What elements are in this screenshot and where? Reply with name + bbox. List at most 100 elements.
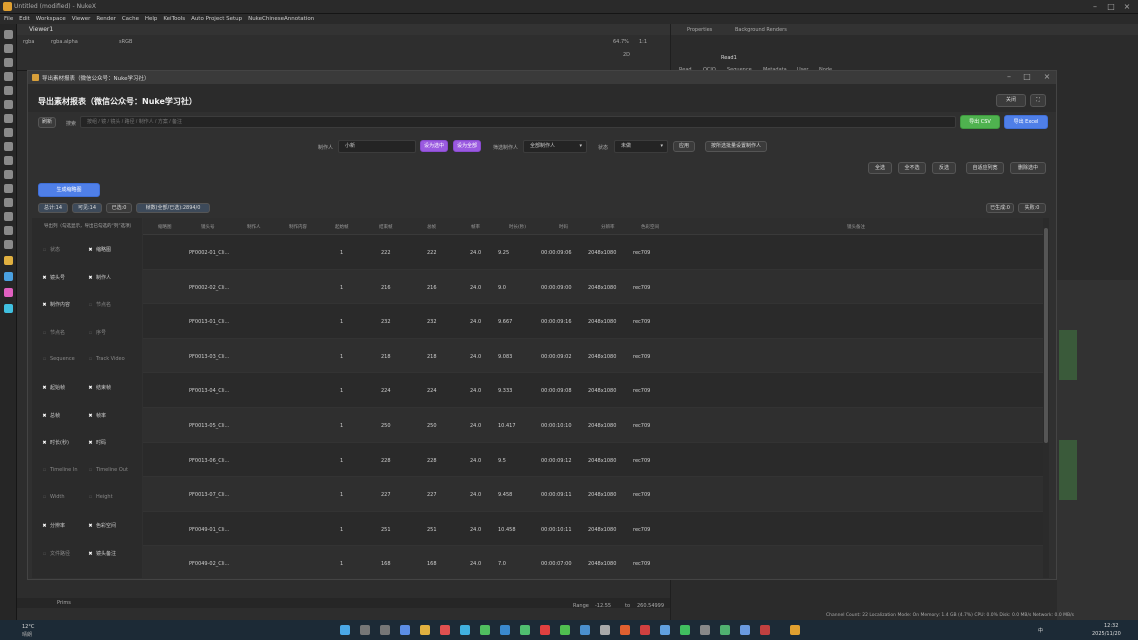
column-toggle-checkbox[interactable]: ▫ Track Video	[88, 356, 125, 362]
column-toggle-checkbox[interactable]: ▫ Width	[42, 494, 65, 500]
viewer-ratio[interactable]: 1:1	[639, 39, 647, 45]
range-end[interactable]: 260.54999	[637, 603, 664, 609]
table-row[interactable]: PF0013-07_Cli... 1 227 227 24.0 9.458 00:00:09…	[143, 477, 1043, 512]
table-cell-start[interactable]: 1	[340, 561, 343, 567]
explorer-icon[interactable]	[420, 625, 430, 635]
app-icon[interactable]	[500, 625, 510, 635]
playback-mode[interactable]: Prims	[57, 600, 71, 606]
col-header[interactable]: 时长(秒)	[509, 224, 526, 230]
app-icon[interactable]	[580, 625, 590, 635]
table-cell-end[interactable]: 232	[381, 319, 391, 325]
column-toggle-checkbox[interactable]: ▫ 节点名	[88, 301, 111, 308]
table-cell-dur[interactable]: 9.5	[498, 458, 506, 464]
table-scrollbar[interactable]	[1043, 218, 1049, 578]
3d-tool-icon[interactable]	[4, 156, 13, 165]
node-thumbnail[interactable]	[1059, 330, 1077, 380]
column-toggle-checkbox[interactable]: ▫ 文件路径	[42, 550, 70, 557]
minimize-icon[interactable]: –	[1088, 2, 1102, 12]
app-icon[interactable]	[720, 625, 730, 635]
node-graph[interactable]	[1057, 280, 1138, 620]
table-cell-total[interactable]: 168	[427, 561, 437, 567]
table-cell-res[interactable]: 2048x1080	[588, 250, 616, 256]
plugin2-tool-icon[interactable]	[4, 272, 13, 281]
channel-tool-icon[interactable]	[4, 72, 13, 81]
batch-assign-button[interactable]: 按所选批量设置制作人	[705, 141, 767, 152]
table-row[interactable]: PF0002-02_Cli... 1 216 216 24.0 9.0 00:00:09:0…	[143, 269, 1043, 305]
table-cell-total[interactable]: 228	[427, 458, 437, 464]
menu-keitools[interactable]: KeiTools	[163, 14, 185, 24]
invert-selection-button[interactable]: 反选	[932, 162, 956, 174]
table-cell-fps[interactable]: 24.0	[470, 319, 481, 325]
col-header[interactable]: 起始帧	[335, 224, 349, 230]
table-row[interactable]: PF0013-03_Cli... 1 218 218 24.0 9.083 00:00:09…	[143, 338, 1043, 374]
views-tool-icon[interactable]	[4, 198, 13, 207]
table-cell-cs[interactable]: rec709	[633, 354, 650, 360]
weather-temp[interactable]: 12°C	[22, 624, 34, 630]
column-toggle-checkbox[interactable]: ✖ 缩略图	[88, 246, 111, 253]
viewer-layer[interactable]: rgba.alpha	[51, 39, 78, 45]
menu-auto-project-setup[interactable]: Auto Project Setup	[191, 14, 242, 24]
table-cell-fps[interactable]: 24.0	[470, 354, 481, 360]
plugin-tool-icon[interactable]	[4, 256, 13, 265]
table-cell-fps[interactable]: 24.0	[470, 492, 481, 498]
app-icon[interactable]	[640, 625, 650, 635]
table-cell-start[interactable]: 1	[340, 527, 343, 533]
col-header[interactable]: 制作人	[247, 224, 261, 230]
app-icon[interactable]	[520, 625, 530, 635]
range-start[interactable]: -12.55	[595, 603, 611, 609]
table-cell-cs[interactable]: rec709	[633, 250, 650, 256]
menu-workspace[interactable]: Workspace	[36, 14, 66, 24]
table-cell-start[interactable]: 1	[340, 492, 343, 498]
col-header[interactable]: 镜头号	[201, 224, 215, 230]
table-cell-shot[interactable]: PF0013-06_Cli...	[189, 458, 229, 464]
table-cell-dur[interactable]: 9.458	[498, 492, 512, 498]
table-cell-end[interactable]: 222	[381, 250, 391, 256]
search-input[interactable]	[80, 116, 956, 128]
col-header[interactable]: 时码	[559, 224, 568, 230]
column-toggle-checkbox[interactable]: ✖ 制作内容	[42, 301, 70, 308]
column-toggle-checkbox[interactable]: ✖ 镜头备注	[88, 550, 116, 557]
chrome-icon[interactable]	[480, 625, 490, 635]
table-cell-tc[interactable]: 00:00:09:02	[541, 354, 572, 360]
table-cell-cs[interactable]: rec709	[633, 319, 650, 325]
table-cell-total[interactable]: 222	[427, 250, 437, 256]
table-cell-fps[interactable]: 24.0	[470, 527, 481, 533]
table-row[interactable]: PF0013-01_Cli... 1 232 232 24.0 9.667 00:00:09…	[143, 304, 1043, 339]
table-cell-fps[interactable]: 24.0	[470, 285, 481, 291]
table-cell-end[interactable]: 227	[381, 492, 391, 498]
table-cell-dur[interactable]: 9.667	[498, 319, 512, 325]
app-icon[interactable]	[440, 625, 450, 635]
menu-render[interactable]: Render	[96, 14, 116, 24]
viewer-colorspace[interactable]: sRGB	[119, 39, 132, 45]
assign-all-button[interactable]: 设为全部	[453, 140, 481, 152]
table-cell-total[interactable]: 227	[427, 492, 437, 498]
table-cell-shot[interactable]: PF0049-01_Cli...	[189, 527, 229, 533]
table-cell-cs[interactable]: rec709	[633, 492, 650, 498]
menu-nuke-chinese-annotation[interactable]: NukeChineseAnnotation	[248, 14, 314, 24]
table-cell-res[interactable]: 2048x1080	[588, 388, 616, 394]
menu-viewer[interactable]: Viewer	[72, 14, 91, 24]
export-excel-button[interactable]: 导出 Excel	[1004, 115, 1048, 129]
column-toggle-checkbox[interactable]: ✖ 时长(秒)	[42, 439, 69, 446]
table-cell-tc[interactable]: 00:00:09:00	[541, 285, 572, 291]
column-toggle-checkbox[interactable]: ✖ 总帧	[42, 412, 60, 419]
column-toggle-checkbox[interactable]: ✖ 起始帧	[42, 384, 65, 391]
scrollbar-thumb[interactable]	[1044, 228, 1048, 443]
col-header[interactable]: 总帧	[427, 224, 436, 230]
app-icon[interactable]	[660, 625, 670, 635]
table-cell-total[interactable]: 251	[427, 527, 437, 533]
assignee-input[interactable]: 小新	[338, 140, 416, 153]
transform-tool-icon[interactable]	[4, 142, 13, 151]
table-row[interactable]: PF0002-01_Cli... 1 222 222 24.0 9.25 00:00:09:…	[143, 235, 1043, 270]
menu-file[interactable]: File	[4, 14, 13, 24]
table-cell-res[interactable]: 2048x1080	[588, 354, 616, 360]
column-toggle-checkbox[interactable]: ▫ 节点名	[42, 329, 65, 336]
table-cell-start[interactable]: 1	[340, 354, 343, 360]
filter-tool-icon[interactable]	[4, 100, 13, 109]
settings-icon[interactable]	[600, 625, 610, 635]
table-cell-res[interactable]: 2048x1080	[588, 561, 616, 567]
export-csv-button[interactable]: 导出 CSV	[960, 115, 1000, 129]
dialog-close-icon[interactable]: ×	[1040, 72, 1054, 82]
search-icon[interactable]	[360, 625, 370, 635]
table-cell-fps[interactable]: 24.0	[470, 458, 481, 464]
